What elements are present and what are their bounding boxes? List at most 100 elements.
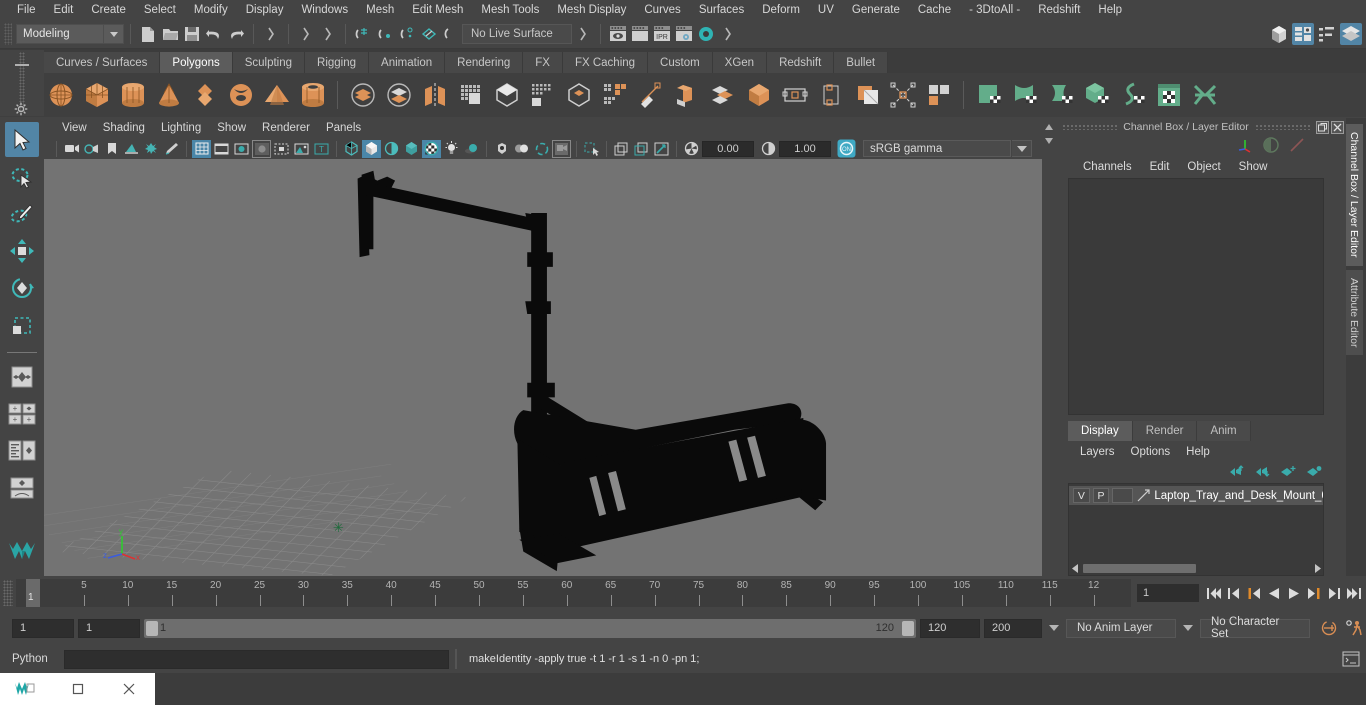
gamma-icon[interactable] bbox=[759, 140, 778, 158]
range-right-handle[interactable] bbox=[902, 620, 914, 636]
snap-to-view-plane-icon[interactable] bbox=[440, 23, 462, 45]
poly-torus-button[interactable] bbox=[224, 79, 257, 112]
uv-automatic-button[interactable] bbox=[1080, 79, 1113, 112]
menu-item-edit[interactable]: Edit bbox=[45, 2, 83, 18]
menu-item-modify[interactable]: Modify bbox=[185, 2, 237, 18]
layer-editor-menu-layers[interactable]: Layers bbox=[1072, 444, 1123, 460]
show-hide-modeling-toolkit-icon[interactable] bbox=[1268, 23, 1290, 45]
exposure-value-field[interactable]: 0.00 bbox=[702, 140, 754, 157]
color-management-selector[interactable]: sRGB gamma bbox=[863, 140, 1011, 157]
select-tool-button[interactable] bbox=[5, 122, 39, 157]
show-hide-channel-box-icon[interactable] bbox=[1340, 23, 1362, 45]
new-scene-icon[interactable] bbox=[137, 23, 159, 45]
paint-effects-icon[interactable] bbox=[162, 140, 181, 158]
layer-editor-tab-anim[interactable]: Anim bbox=[1197, 421, 1251, 441]
hypershade-icon[interactable] bbox=[695, 23, 717, 45]
live-surface-field[interactable]: No Live Surface bbox=[462, 24, 572, 44]
shelf-options-gear-icon[interactable] bbox=[14, 102, 28, 119]
viewport-menu-show[interactable]: Show bbox=[209, 120, 254, 136]
menu-item-mesh[interactable]: Mesh bbox=[357, 2, 403, 18]
scale-tool-button[interactable] bbox=[5, 307, 39, 342]
show-hide-tool-settings-icon[interactable] bbox=[1316, 23, 1338, 45]
uv-layout-button[interactable] bbox=[1188, 79, 1221, 112]
paint-select-tool-button[interactable] bbox=[5, 196, 39, 231]
expand-arrow-icon[interactable] bbox=[572, 23, 594, 45]
menu-item-edit-mesh[interactable]: Edit Mesh bbox=[403, 2, 472, 18]
layer-row[interactable]: V P Laptop_Tray_and_Desk_Mount_003_l bbox=[1069, 486, 1323, 505]
shelf-tab-fx[interactable]: FX bbox=[523, 52, 563, 73]
anim-layer-selector[interactable]: No Anim Layer bbox=[1066, 618, 1176, 638]
viewport-menu-lighting[interactable]: Lighting bbox=[153, 120, 209, 136]
shelf-tab-polygons[interactable]: Polygons bbox=[160, 52, 233, 73]
menu-item-windows[interactable]: Windows bbox=[292, 2, 357, 18]
menu-item-mesh-tools[interactable]: Mesh Tools bbox=[472, 2, 548, 18]
film-gate-icon[interactable] bbox=[212, 140, 231, 158]
save-scene-icon[interactable] bbox=[181, 23, 203, 45]
scroll-right-arrow[interactable] bbox=[1311, 564, 1323, 573]
gamma-value-field[interactable]: 1.00 bbox=[779, 140, 831, 157]
layer-playback-toggle[interactable]: P bbox=[1092, 488, 1110, 503]
outliner-persp-layout-button[interactable] bbox=[5, 433, 39, 468]
screen-space-ao-icon[interactable] bbox=[492, 140, 511, 158]
poly-mirror-cut-button[interactable] bbox=[886, 79, 919, 112]
layer-editor-tab-render[interactable]: Render bbox=[1132, 421, 1198, 441]
scroll-up-arrow[interactable] bbox=[1044, 122, 1054, 134]
snap-to-projected-center-icon[interactable] bbox=[418, 23, 440, 45]
command-language-label[interactable]: Python bbox=[12, 653, 64, 665]
poly-platonic-button[interactable] bbox=[188, 79, 221, 112]
step-forward-frame-icon[interactable] bbox=[1305, 584, 1322, 602]
merge-button[interactable] bbox=[670, 79, 703, 112]
time-slider-gripper[interactable] bbox=[3, 580, 13, 606]
wedge-face-button[interactable] bbox=[814, 79, 847, 112]
grid-toggle-icon[interactable] bbox=[192, 139, 211, 158]
move-layer-down-icon[interactable] bbox=[1254, 465, 1270, 481]
extrude-button[interactable] bbox=[562, 79, 595, 112]
docked-tab-channel-box-layer-editor[interactable]: Channel Box / Layer Editor bbox=[1346, 124, 1363, 266]
separate-button[interactable] bbox=[382, 79, 415, 112]
step-back-keyframe-icon[interactable] bbox=[1225, 584, 1242, 602]
layer-type-toggle[interactable] bbox=[1112, 488, 1134, 503]
select-by-hierarchy-icon[interactable] bbox=[260, 23, 282, 45]
multi-cut-button[interactable] bbox=[454, 79, 487, 112]
combine-button[interactable] bbox=[346, 79, 379, 112]
color-management-toggle[interactable]: ON bbox=[837, 139, 856, 158]
layer-editor-menu-options[interactable]: Options bbox=[1123, 444, 1179, 460]
menu-set-selector[interactable]: Modeling bbox=[16, 24, 104, 44]
scrollbar-thumb[interactable] bbox=[1083, 564, 1196, 573]
select-by-object-icon[interactable] bbox=[295, 23, 317, 45]
bevel-button[interactable] bbox=[490, 79, 523, 112]
image-plane-icon[interactable] bbox=[122, 140, 141, 158]
render-current-frame-icon[interactable] bbox=[607, 23, 629, 45]
film-origin-icon[interactable] bbox=[272, 140, 291, 158]
select-camera-icon[interactable] bbox=[62, 140, 81, 158]
shadows-icon[interactable] bbox=[462, 140, 481, 158]
statusline-gripper[interactable] bbox=[4, 23, 12, 45]
layer-editor-tab-display[interactable]: Display bbox=[1068, 421, 1133, 441]
wireframe-icon[interactable] bbox=[342, 140, 361, 158]
depth-of-field-icon[interactable] bbox=[552, 139, 571, 158]
poly-sphere-button[interactable] bbox=[44, 79, 77, 112]
channel-box-content[interactable] bbox=[1068, 178, 1324, 415]
scroll-down-arrow[interactable] bbox=[1044, 136, 1054, 148]
auto-key-icon[interactable] bbox=[1318, 618, 1340, 638]
step-back-frame-icon[interactable] bbox=[1245, 584, 1262, 602]
uv-unfold-button[interactable] bbox=[1116, 79, 1149, 112]
menu-item-cache[interactable]: Cache bbox=[909, 2, 960, 18]
time-slider[interactable]: 1 5 10 15 20 25 30 35 40 45 50 55 60 65 70 75 80 85 90 95 1… bbox=[16, 579, 1131, 607]
layer-color-swatch-icon[interactable] bbox=[1136, 488, 1151, 503]
poly-cube-button[interactable] bbox=[80, 79, 113, 112]
range-left-handle[interactable] bbox=[146, 620, 158, 636]
command-input-field[interactable] bbox=[64, 649, 449, 669]
play-forwards-icon[interactable] bbox=[1285, 584, 1302, 602]
exposure-icon[interactable] bbox=[682, 140, 701, 158]
channel-box-menu-edit[interactable]: Edit bbox=[1141, 159, 1179, 175]
expand-arrow-icon[interactable] bbox=[717, 23, 739, 45]
smooth-button[interactable] bbox=[526, 79, 559, 112]
go-to-end-icon[interactable] bbox=[1345, 584, 1362, 602]
3d-viewport[interactable]: ✳ persp y x z bbox=[44, 159, 1042, 576]
snap-to-curve-icon[interactable] bbox=[374, 23, 396, 45]
layer-list-horizontal-scrollbar[interactable] bbox=[1069, 562, 1323, 575]
menu-item-deform[interactable]: Deform bbox=[753, 2, 809, 18]
shelf-tab-rendering[interactable]: Rendering bbox=[445, 52, 524, 73]
quad-draw-button[interactable] bbox=[598, 79, 631, 112]
